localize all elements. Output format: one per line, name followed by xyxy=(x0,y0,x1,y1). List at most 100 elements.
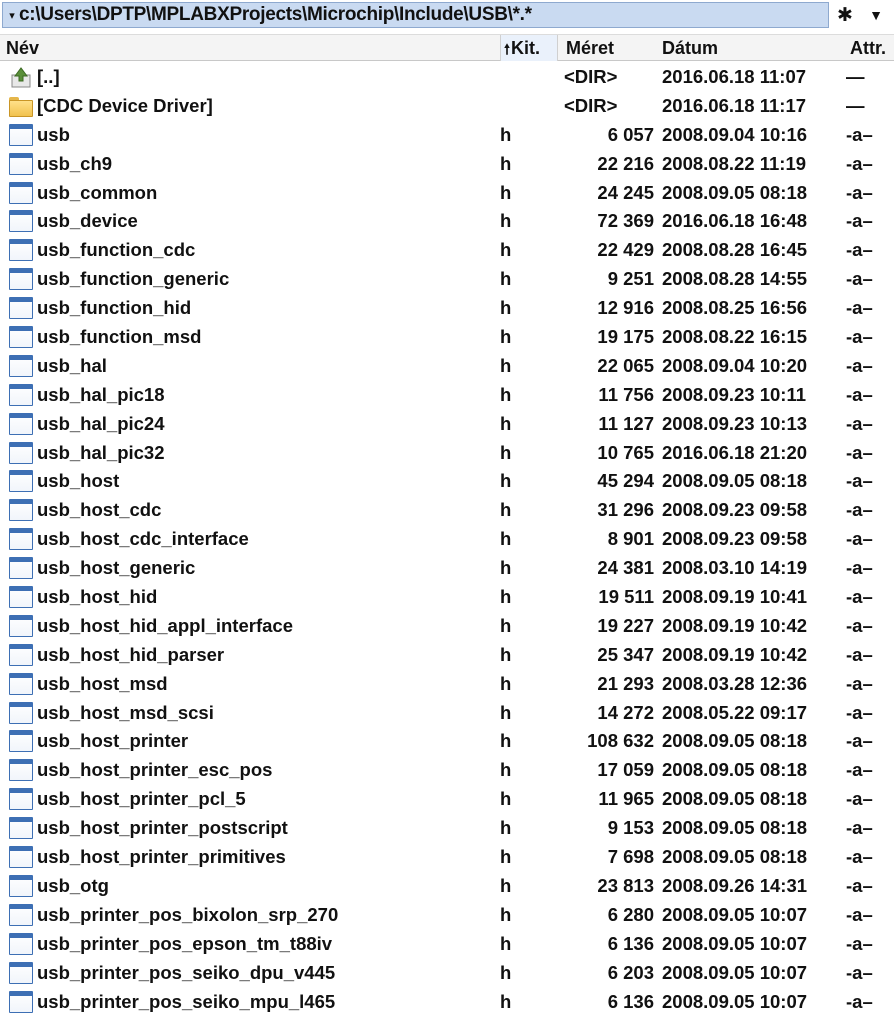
file-icon xyxy=(9,932,33,955)
file-row[interactable]: usb_device h 72 369 2016.06.18 16:48 -a– xyxy=(0,207,894,236)
file-row[interactable]: usb_host_printer_primitives h 7 698 2008.09… xyxy=(0,843,894,872)
file-row[interactable]: usb_printer_pos_seiko_dpu_v445 h 6 203 2008… xyxy=(0,959,894,988)
file-row[interactable]: usb h 6 057 2008.09.04 10:16 -a– xyxy=(0,121,894,150)
file-row[interactable]: usb_host_printer_postscript h 9 153 2008.09… xyxy=(0,814,894,843)
file-icon xyxy=(9,383,33,406)
file-size: <DIR> xyxy=(564,94,618,116)
file-row[interactable]: usb_host_generic h 24 381 2008.03.10 14:19 -… xyxy=(0,554,894,583)
file-ext: h xyxy=(500,990,512,1012)
file-date: 2016.06.18 11:17 xyxy=(662,94,807,116)
file-row[interactable]: usb_host_msd_scsi h 14 272 2008.05.22 09:17… xyxy=(0,699,894,728)
file-row[interactable]: usb_hal_pic24 h 11 127 2008.09.23 10:13 -a– xyxy=(0,410,894,439)
column-attr[interactable]: Attr. xyxy=(850,35,894,61)
file-name: usb_host_generic xyxy=(37,557,196,579)
file-row[interactable]: usb_host_printer h 108 632 2008.09.05 08:18… xyxy=(0,727,894,756)
file-name: usb xyxy=(37,123,70,145)
file-row[interactable]: usb_host h 45 294 2008.09.05 08:18 -a– xyxy=(0,467,894,496)
column-date[interactable]: Dátum xyxy=(662,35,832,61)
file-icon xyxy=(9,701,33,724)
file-size: 6 280 xyxy=(607,903,654,925)
file-icon xyxy=(9,354,33,377)
file-row[interactable]: usb_host_printer_pcl_5 h 11 965 2008.09.05 … xyxy=(0,785,894,814)
file-date: 2008.03.28 12:36 xyxy=(662,672,808,694)
file-name: [CDC Device Driver] xyxy=(37,94,213,116)
file-row[interactable]: usb_printer_pos_bixolon_srp_270 h 6 280 200… xyxy=(0,901,894,930)
file-row[interactable]: usb_hal_pic32 h 10 765 2016.06.18 21:20 -a– xyxy=(0,439,894,468)
file-date: 2008.09.05 10:07 xyxy=(662,903,808,925)
column-name[interactable]: Név xyxy=(6,35,496,61)
file-date: 2008.09.05 08:18 xyxy=(662,846,808,868)
file-ext: h xyxy=(500,499,512,521)
file-ext: h xyxy=(500,817,512,839)
column-ext[interactable]: 🠕Kit. xyxy=(500,35,558,61)
file-row[interactable]: usb_hal h 22 065 2008.09.04 10:20 -a– xyxy=(0,352,894,381)
file-ext: h xyxy=(500,614,512,636)
file-attr: -a– xyxy=(846,354,873,376)
file-row[interactable]: usb_host_hid_appl_interface h 19 227 2008.0… xyxy=(0,612,894,641)
dropdown-arrow-icon[interactable]: ▾ xyxy=(5,9,19,22)
file-attr: -a– xyxy=(846,239,873,261)
file-row[interactable]: usb_host_hid h 19 511 2008.09.19 10:41 -a– xyxy=(0,583,894,612)
file-date: 2008.09.23 09:58 xyxy=(662,528,808,550)
file-ext: h xyxy=(500,470,512,492)
file-size: 7 698 xyxy=(607,846,654,868)
file-size: 9 251 xyxy=(607,268,654,290)
file-icon xyxy=(9,297,33,320)
file-name: usb_printer_pos_epson_tm_t88iv xyxy=(37,932,333,954)
file-ext: h xyxy=(500,903,512,925)
file-row[interactable]: usb_host_printer_esc_pos h 17 059 2008.09.0… xyxy=(0,756,894,785)
file-size: 6 136 xyxy=(607,932,654,954)
file-ext: h xyxy=(500,354,512,376)
file-name: usb_hal_pic32 xyxy=(37,441,165,463)
file-attr: -a– xyxy=(846,643,873,665)
file-attr: -a– xyxy=(846,210,873,232)
file-icon xyxy=(9,239,33,262)
file-icon xyxy=(9,268,33,291)
file-icon xyxy=(9,152,33,175)
file-date: 2008.09.23 10:11 xyxy=(662,383,807,405)
file-size: 19 175 xyxy=(597,326,654,348)
file-row[interactable]: usb_ch9 h 22 216 2008.08.22 11:19 -a– xyxy=(0,150,894,179)
path-dropdown[interactable]: ▾ c:\Users\DPTP\MPLABXProjects\Microchip… xyxy=(2,2,829,28)
parent-dir-row[interactable]: [..] <DIR> 2016.06.18 11:07 — xyxy=(0,63,894,92)
file-attr: -a– xyxy=(846,817,873,839)
file-row[interactable]: usb_host_cdc_interface h 8 901 2008.09.23 0… xyxy=(0,525,894,554)
file-attr: -a– xyxy=(846,441,873,463)
folder-row[interactable]: [CDC Device Driver] <DIR> 2016.06.18 11:17… xyxy=(0,92,894,121)
file-list: [..] <DIR> 2016.06.18 11:07— [CDC Device Dr… xyxy=(0,63,894,1024)
file-row[interactable]: usb_common h 24 245 2008.09.05 08:18 -a– xyxy=(0,179,894,208)
file-icon xyxy=(9,499,33,522)
file-row[interactable]: usb_printer_pos_epson_tm_t88iv h 6 136 2008… xyxy=(0,930,894,959)
file-name: usb_hal xyxy=(37,354,107,376)
file-name: usb_host_printer xyxy=(37,730,189,752)
file-name: [..] xyxy=(37,66,60,87)
file-row[interactable]: usb_host_cdc h 31 296 2008.09.23 09:58 -a– xyxy=(0,496,894,525)
file-name: usb_host xyxy=(37,470,120,492)
file-attr: -a– xyxy=(846,383,873,405)
file-row[interactable]: usb_otg h 23 813 2008.09.26 14:31 -a– xyxy=(0,872,894,901)
file-ext: h xyxy=(500,181,512,203)
file-name: usb_host_hid_appl_interface xyxy=(37,614,293,636)
file-size: 11 965 xyxy=(598,788,654,810)
history-menu-icon[interactable]: ▼ xyxy=(862,2,890,28)
file-date: 2008.09.19 10:42 xyxy=(662,614,808,636)
file-size: 22 216 xyxy=(597,152,654,174)
file-row[interactable]: usb_hal_pic18 h 11 756 2008.09.23 10:11 -a– xyxy=(0,381,894,410)
file-icon xyxy=(9,470,33,493)
file-row[interactable]: usb_printer_pos_seiko_mpu_l465 h 6 136 2008… xyxy=(0,988,894,1017)
file-ext: h xyxy=(500,586,512,608)
file-manager-panel: ▾ c:\Users\DPTP\MPLABXProjects\Microchip… xyxy=(0,0,894,1024)
file-row[interactable]: usb_function_generic h 9 251 2008.08.28 14:… xyxy=(0,265,894,294)
file-row[interactable]: usb_function_msd h 19 175 2008.08.22 16:15 -… xyxy=(0,323,894,352)
file-date: 2016.06.18 21:20 xyxy=(662,441,808,463)
column-size[interactable]: Méret xyxy=(566,35,658,61)
file-row[interactable]: usb_host_hid_parser h 25 347 2008.09.19 10:… xyxy=(0,641,894,670)
file-row[interactable]: usb_host_msd h 21 293 2008.03.28 12:36 -a– xyxy=(0,670,894,699)
file-name: usb_host_printer_primitives xyxy=(37,846,286,868)
file-name: usb_printer_pos_bixolon_srp_270 xyxy=(37,903,339,925)
file-row[interactable]: usb_function_hid h 12 916 2008.08.25 16:56 -… xyxy=(0,294,894,323)
filter-icon[interactable]: ✱ xyxy=(832,2,858,28)
file-icon xyxy=(9,181,33,204)
file-row[interactable]: usb_function_cdc h 22 429 2008.08.28 16:45 -… xyxy=(0,236,894,265)
file-date: 2008.05.22 09:17 xyxy=(662,701,808,723)
